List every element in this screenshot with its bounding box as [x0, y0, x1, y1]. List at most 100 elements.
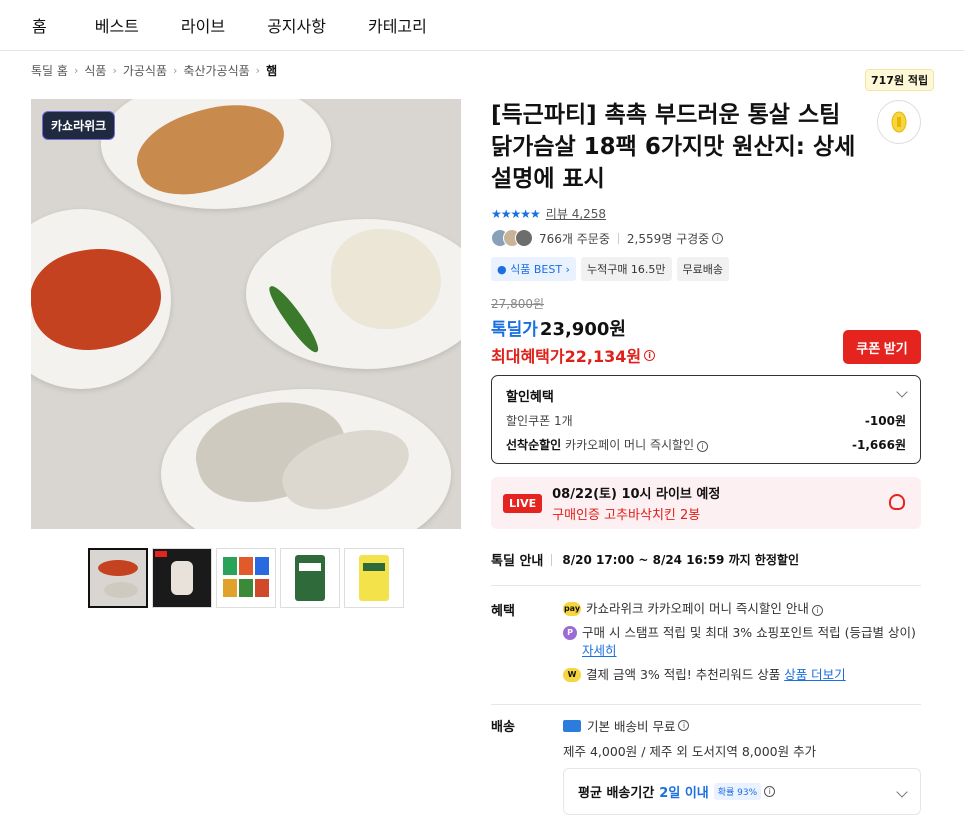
breadcrumb: 톡딜 홈 › 식품 › 가공식품 › 축산가공식품 › 햄 [31, 62, 277, 79]
shipping-label: 배송 [491, 720, 515, 735]
truck-icon [563, 719, 581, 732]
notice-label: 톡딜 안내 [491, 554, 544, 569]
breadcrumb-item[interactable]: 가공식품 [123, 62, 167, 79]
rating: ★★★★★ 리뷰 4,258 [491, 205, 606, 222]
discount-header: 할인혜택 [506, 386, 908, 405]
shipping-info: 기본 배송비 무료 i 제주 4,000원 / 제주 외 도서지역 8,000원… [563, 716, 921, 760]
thumbnail[interactable] [152, 548, 212, 608]
info-icon[interactable]: i [678, 720, 690, 731]
more-products-link[interactable]: 상품 더보기 [784, 667, 845, 682]
coupon-button[interactable]: 쿠폰 받기 [843, 330, 921, 364]
thumbnail[interactable] [216, 548, 276, 608]
nav-best[interactable]: 베스트 [95, 13, 139, 37]
live-gift: 구매인증 고추바삭치킨 2봉 [552, 508, 701, 523]
avg-delivery-value: 2일 이내 [659, 786, 709, 801]
discount-panel[interactable]: 할인혜택 할인쿠폰 1개 -100원 선착순할인 카카오페이 머니 즉시할인 i … [491, 375, 921, 464]
avatar-group [491, 229, 533, 247]
breadcrumb-item[interactable]: 톡딜 홈 [31, 62, 68, 79]
discount-row: 할인쿠폰 1개 -100원 [506, 412, 906, 429]
chevron-down-icon[interactable] [896, 785, 908, 798]
deal-label: 톡딜가 [491, 320, 538, 340]
breadcrumb-item[interactable]: 식품 [84, 62, 106, 79]
shipping-section: 배송 기본 배송비 무료 i 제주 4,000원 / 제주 외 도서지역 8,0… [491, 716, 921, 815]
shipping-line: 기본 배송비 무료 i [563, 716, 921, 735]
benefit-text: 구매 시 스탬프 적립 및 최대 3% 쇼핑포인트 적립 (등급별 상이) 자세… [582, 624, 921, 660]
nav-notice[interactable]: 공지사항 [267, 13, 326, 37]
nav-home[interactable]: 홈 [32, 13, 47, 37]
info-icon[interactable]: i [811, 605, 823, 616]
thumbnail[interactable] [88, 548, 148, 608]
shipping-fee: 기본 배송비 무료 [587, 719, 676, 734]
tag-free-shipping: 무료배송 [676, 257, 730, 281]
alarm-bell-icon[interactable] [889, 494, 905, 510]
max-benefit-price: 22,134원 [564, 347, 642, 366]
shipping-extra-fee: 제주 4,000원 / 제주 외 도서지역 8,000원 추가 [563, 744, 817, 759]
nav-live[interactable]: 라이브 [181, 13, 225, 37]
live-badge: LIVE [503, 493, 543, 513]
benefit-text-body: 결제 금액 3% 적립! 추천리워드 상품 [586, 667, 781, 682]
point-coin-button[interactable] [877, 100, 921, 144]
live-schedule: 08/22(토) 10시 라이브 예정 [552, 487, 721, 502]
thumbnail[interactable] [344, 548, 404, 608]
star-icon: ★★★★★ [491, 206, 541, 221]
info-icon[interactable]: i [644, 349, 656, 361]
chicken-image [331, 229, 441, 329]
discount-row-value: -1,666원 [852, 438, 906, 452]
discount-row: 선착순할인 카카오페이 머니 즉시할인 i -1,666원 [506, 436, 906, 453]
info-icon[interactable]: i [712, 232, 724, 244]
live-text: 08/22(토) 10시 라이브 예정 구매인증 고추바삭치킨 2봉 [552, 483, 720, 523]
breadcrumb-item[interactable]: 축산가공식품 [183, 62, 249, 79]
benefit-text: 결제 금액 3% 적립! 추천리워드 상품 상품 더보기 [586, 666, 846, 684]
original-price: 27,800원 [491, 297, 545, 311]
info-icon[interactable]: i [764, 786, 776, 797]
discount-row-bold: 선착순할인 [506, 438, 562, 452]
discount-row-value: -100원 [864, 414, 906, 428]
discount-title: 할인혜택 [506, 390, 554, 405]
benefit-item: W 결제 금액 3% 적립! 추천리워드 상품 상품 더보기 [563, 666, 921, 684]
discount-row-text: 선착순할인 카카오페이 머니 즉시할인 i [506, 436, 709, 453]
shipping-line: 제주 4,000원 / 제주 외 도서지역 8,000원 추가 [563, 741, 921, 760]
max-benefit-row: 최대혜택가 22,134원 i [491, 343, 656, 367]
thumbnail[interactable] [280, 548, 340, 608]
chevron-right-icon: › [73, 64, 79, 77]
avatar [515, 229, 533, 247]
point-badge: 717원 적립 [865, 69, 935, 91]
divider [617, 232, 619, 244]
live-banner[interactable]: LIVE 08/22(토) 10시 라이브 예정 구매인증 고추바삭치킨 2봉 [491, 477, 921, 529]
benefit-item: P 구매 시 스탬프 적립 및 최대 3% 쇼핑포인트 적립 (등급별 상이) … [563, 624, 921, 660]
notice-text: 8/20 17:00 ~ 8/24 16:59 까지 한정할인 [562, 553, 799, 567]
discount-row-label: 할인쿠폰 1개 [506, 414, 573, 428]
divider [551, 553, 553, 566]
chevron-right-icon: › [255, 64, 261, 77]
deal-price: 23,900원 [539, 319, 626, 340]
benefit-section: 혜택 pay 카쇼라위크 카카오페이 머니 즉시할인 안내 i P 구매 시 스탬… [491, 600, 921, 705]
deal-price-row: 톡딜가 23,900원 [491, 315, 626, 341]
point-icon: P [563, 626, 577, 640]
chevron-right-icon: › [173, 64, 178, 77]
avg-delivery-panel[interactable]: 평균 배송기간 2일 이내 확률 93% i [563, 768, 921, 815]
benefit-text-body: 카쇼라위크 카카오페이 머니 즉시할인 안내 [586, 601, 809, 616]
chevron-right-icon: › [112, 64, 117, 77]
review-link[interactable]: 리뷰 4,258 [546, 205, 606, 222]
detail-link[interactable]: 자세히 [582, 643, 617, 658]
tag-best[interactable]: ● 식품 BEST › [491, 257, 576, 281]
viewer-count: 2,559명 구경중 [626, 231, 710, 246]
kakaopay-icon: pay [563, 602, 581, 616]
benefit-item: pay 카쇼라위크 카카오페이 머니 즉시할인 안내 i [563, 600, 921, 618]
benefit-list: pay 카쇼라위크 카카오페이 머니 즉시할인 안내 i P 구매 시 스탬프 적… [563, 600, 921, 684]
breadcrumb-current[interactable]: 햄 [266, 62, 277, 79]
coin-icon [891, 111, 907, 133]
order-count: 766개 주문중 [539, 231, 610, 246]
nav-category[interactable]: 카테고리 [368, 13, 427, 37]
benefit-text: 카쇼라위크 카카오페이 머니 즉시할인 안내 i [586, 600, 823, 618]
event-badge: 카쇼라위크 [42, 111, 116, 140]
info-icon[interactable]: i [697, 441, 709, 452]
discount-row-label: 카카오페이 머니 즉시할인 [565, 438, 695, 452]
product-main-image: 카쇼라위크 [31, 99, 461, 529]
chevron-down-icon[interactable] [896, 386, 908, 398]
benefit-text-body: 구매 시 스탬프 적립 및 최대 3% 쇼핑포인트 적립 (등급별 상이) [582, 625, 916, 640]
tag-list: ● 식품 BEST › 누적구매 16.5만 무료배송 [491, 257, 734, 281]
benefit-label: 혜택 [491, 604, 515, 619]
buyer-stats: 766개 주문중 2,559명 구경중 i [491, 229, 724, 247]
deal-notice: 톡딜 안내 8/20 17:00 ~ 8/24 16:59 까지 한정할인 [491, 550, 921, 586]
